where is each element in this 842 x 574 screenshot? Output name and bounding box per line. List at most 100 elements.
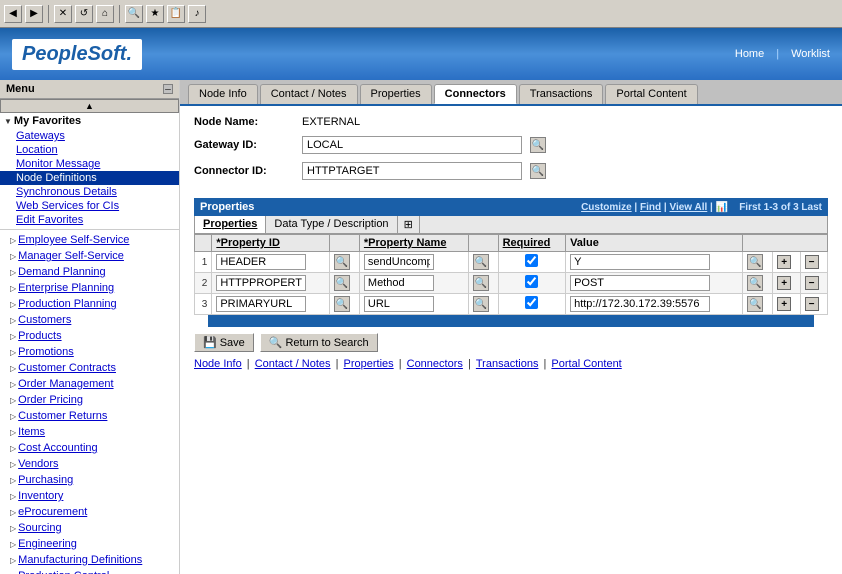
sidebar-item[interactable]: Cost Accounting bbox=[0, 440, 179, 456]
sidebar-item-link[interactable]: Manager Self-Service bbox=[18, 250, 124, 262]
value-input[interactable] bbox=[570, 254, 710, 270]
property-name-input[interactable] bbox=[364, 296, 434, 312]
sidebar-link-edit-favorites[interactable]: Edit Favorites bbox=[0, 213, 179, 227]
scroll-up-btn[interactable]: ▲ bbox=[0, 99, 179, 113]
property-name-input[interactable] bbox=[364, 275, 434, 291]
sidebar-item[interactable]: Customer Contracts bbox=[0, 360, 179, 376]
sidebar-item-link[interactable]: Customer Contracts bbox=[18, 362, 116, 374]
sidebar-item-link[interactable]: Inventory bbox=[18, 490, 63, 502]
tab-transactions[interactable]: Transactions bbox=[519, 84, 604, 104]
add-row-btn[interactable]: + bbox=[777, 297, 791, 311]
required-checkbox[interactable] bbox=[525, 275, 538, 288]
sidebar-item-link[interactable]: Demand Planning bbox=[18, 266, 105, 278]
property-name-search-icon[interactable]: 🔍 bbox=[473, 254, 489, 270]
stop-btn[interactable]: ✕ bbox=[54, 5, 72, 23]
property-id-search-icon[interactable]: 🔍 bbox=[334, 275, 350, 291]
bottom-link-properties[interactable]: Properties bbox=[344, 358, 394, 370]
sidebar-item-link[interactable]: Products bbox=[18, 330, 61, 342]
sidebar-item[interactable]: Employee Self-Service bbox=[0, 232, 179, 248]
return-button[interactable]: 🔍 Return to Search bbox=[260, 333, 378, 352]
tab-node-info[interactable]: Node Info bbox=[188, 84, 258, 104]
sidebar-item-link[interactable]: Promotions bbox=[18, 346, 74, 358]
tab-portal-content[interactable]: Portal Content bbox=[605, 84, 697, 104]
sidebar-item[interactable]: Manager Self-Service bbox=[0, 248, 179, 264]
search-browser-btn[interactable]: 🔍 bbox=[125, 5, 143, 23]
sidebar-item-link[interactable]: Order Pricing bbox=[18, 394, 83, 406]
sidebar-item-link[interactable]: Sourcing bbox=[18, 522, 61, 534]
property-name-search-icon[interactable]: 🔍 bbox=[473, 296, 489, 312]
delete-row-btn[interactable]: − bbox=[805, 297, 819, 311]
property-id-input[interactable] bbox=[216, 254, 306, 270]
find-link[interactable]: Find bbox=[640, 202, 661, 213]
media-btn[interactable]: ♪ bbox=[188, 5, 206, 23]
sidebar-item-link[interactable]: Production Planning bbox=[18, 298, 116, 310]
sidebar-item-link[interactable]: Employee Self-Service bbox=[18, 234, 129, 246]
bottom-link-transactions[interactable]: Transactions bbox=[476, 358, 539, 370]
property-id-input[interactable] bbox=[216, 275, 306, 291]
bottom-link-portal-content[interactable]: Portal Content bbox=[551, 358, 621, 370]
sidebar-item-link[interactable]: Order Management bbox=[18, 378, 113, 390]
sidebar-item[interactable]: Manufacturing Definitions bbox=[0, 552, 179, 568]
sidebar-link-gateways[interactable]: Gateways bbox=[0, 129, 179, 143]
sidebar-item[interactable]: Demand Planning bbox=[0, 264, 179, 280]
required-checkbox[interactable] bbox=[525, 296, 538, 309]
value-search-icon[interactable]: 🔍 bbox=[747, 254, 763, 270]
sidebar-item[interactable]: Order Management bbox=[0, 376, 179, 392]
bottom-link-connectors[interactable]: Connectors bbox=[407, 358, 463, 370]
sidebar-item[interactable]: Customers bbox=[0, 312, 179, 328]
bottom-link-node-info[interactable]: Node Info bbox=[194, 358, 242, 370]
add-row-btn[interactable]: + bbox=[777, 276, 791, 290]
back-btn[interactable]: ◀ bbox=[4, 5, 22, 23]
tab-contact-notes[interactable]: Contact / Notes bbox=[260, 84, 358, 104]
sidebar-item-link[interactable]: Purchasing bbox=[18, 474, 73, 486]
sidebar-item[interactable]: Production Control bbox=[0, 568, 179, 574]
sidebar-link-node-definitions[interactable]: Node Definitions bbox=[0, 171, 179, 185]
sidebar-item[interactable]: Order Pricing bbox=[0, 392, 179, 408]
connector-search-icon[interactable]: 🔍 bbox=[530, 163, 546, 179]
add-row-btn[interactable]: + bbox=[777, 255, 791, 269]
sidebar-link-web-services[interactable]: Web Services for CIs bbox=[0, 199, 179, 213]
sidebar-item[interactable]: Sourcing bbox=[0, 520, 179, 536]
sidebar-item-link[interactable]: Production Control bbox=[18, 570, 109, 574]
value-input[interactable] bbox=[570, 296, 710, 312]
sidebar-item[interactable]: Engineering bbox=[0, 536, 179, 552]
sidebar-link-location[interactable]: Location bbox=[0, 143, 179, 157]
sub-tab-properties[interactable]: Properties bbox=[195, 216, 266, 233]
sidebar-item-link[interactable]: Vendors bbox=[18, 458, 58, 470]
value-search-icon[interactable]: 🔍 bbox=[747, 296, 763, 312]
property-id-search-icon[interactable]: 🔍 bbox=[334, 296, 350, 312]
sidebar-link-sync-details[interactable]: Synchronous Details bbox=[0, 185, 179, 199]
delete-row-btn[interactable]: − bbox=[805, 276, 819, 290]
sidebar-item[interactable]: Items bbox=[0, 424, 179, 440]
minimize-btn[interactable]: ─ bbox=[163, 84, 173, 94]
connector-id-input[interactable] bbox=[302, 162, 522, 180]
sidebar-item[interactable]: Customer Returns bbox=[0, 408, 179, 424]
tab-connectors[interactable]: Connectors bbox=[434, 84, 517, 104]
value-input[interactable] bbox=[570, 275, 710, 291]
sidebar-item-link[interactable]: Customers bbox=[18, 314, 71, 326]
sidebar-item[interactable]: Purchasing bbox=[0, 472, 179, 488]
sidebar-item[interactable]: Products bbox=[0, 328, 179, 344]
refresh-btn[interactable]: ↺ bbox=[75, 5, 93, 23]
gateway-search-icon[interactable]: 🔍 bbox=[530, 137, 546, 153]
sidebar-item[interactable]: eProcurement bbox=[0, 504, 179, 520]
delete-row-btn[interactable]: − bbox=[805, 255, 819, 269]
sidebar-item-link[interactable]: Manufacturing Definitions bbox=[18, 554, 142, 566]
required-checkbox[interactable] bbox=[525, 254, 538, 267]
gateway-id-input[interactable] bbox=[302, 136, 522, 154]
customize-link[interactable]: Customize bbox=[581, 202, 632, 213]
sidebar-item[interactable]: Production Planning bbox=[0, 296, 179, 312]
tab-properties[interactable]: Properties bbox=[360, 84, 432, 104]
forward-btn[interactable]: ▶ bbox=[25, 5, 43, 23]
save-button[interactable]: 💾 Save bbox=[194, 333, 254, 352]
property-id-input[interactable] bbox=[216, 296, 306, 312]
favorites-browser-btn[interactable]: ★ bbox=[146, 5, 164, 23]
sidebar-item[interactable]: Inventory bbox=[0, 488, 179, 504]
sidebar-item[interactable]: Enterprise Planning bbox=[0, 280, 179, 296]
sidebar-item-link[interactable]: eProcurement bbox=[18, 506, 87, 518]
value-search-icon[interactable]: 🔍 bbox=[747, 275, 763, 291]
sidebar-item-link[interactable]: Enterprise Planning bbox=[18, 282, 114, 294]
history-browser-btn[interactable]: 📋 bbox=[167, 5, 185, 23]
sub-tab-data-type[interactable]: Data Type / Description bbox=[266, 216, 397, 233]
sub-tab-icon[interactable]: ⊞ bbox=[398, 216, 420, 233]
